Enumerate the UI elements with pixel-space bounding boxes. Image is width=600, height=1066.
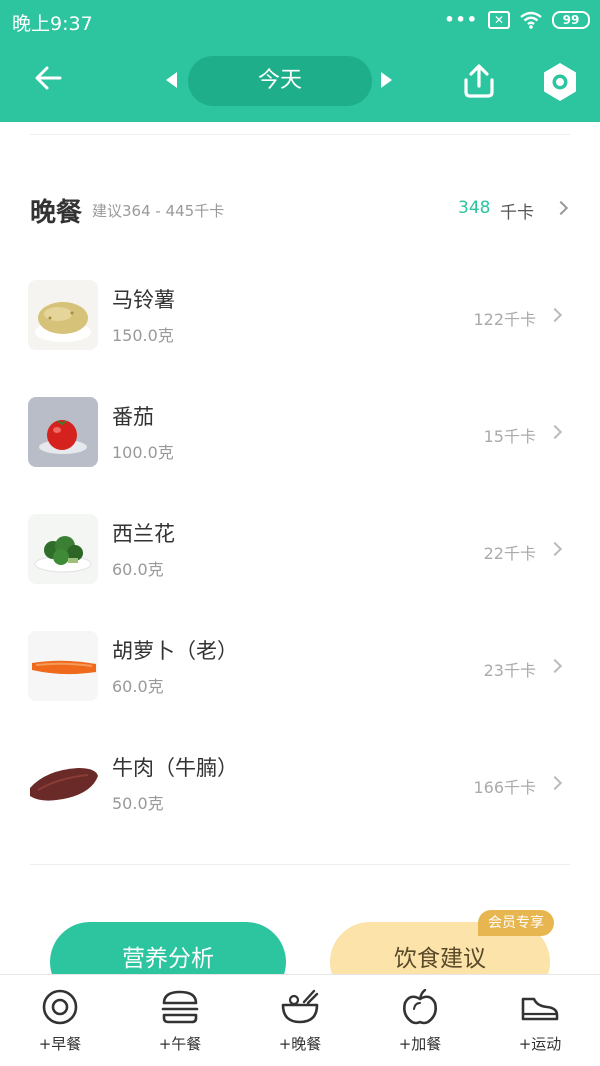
chevron-right-icon: [547, 541, 563, 557]
chevron-right-icon: [547, 424, 563, 440]
chevron-right-icon: [547, 307, 563, 323]
food-name: 西兰花: [112, 522, 175, 546]
divider: [30, 864, 570, 865]
food-weight: 150.0克: [112, 326, 174, 345]
tab-add-breakfast[interactable]: +早餐: [0, 975, 120, 1066]
status-bar: 晚上9:37 ••• ✕ 99: [0, 0, 600, 42]
carrot-icon: [28, 631, 98, 701]
beef-icon: [28, 748, 98, 818]
food-name: 马铃薯: [112, 288, 175, 312]
chevron-right-icon: [547, 658, 563, 674]
tab-label: +加餐: [398, 1035, 442, 1053]
meal-title: 晚餐: [30, 198, 83, 228]
food-item[interactable]: 番茄 100.0克 15千卡: [0, 397, 600, 497]
next-day-arrow-icon[interactable]: [381, 72, 392, 88]
share-upload-icon[interactable]: [458, 60, 500, 102]
food-weight: 60.0克: [112, 560, 164, 579]
food-weight: 50.0克: [112, 794, 164, 813]
top-nav-bar: 今天: [0, 42, 600, 122]
status-icons: ••• ✕ 99: [444, 10, 590, 29]
no-sim-icon: ✕: [488, 10, 510, 29]
tab-add-snack[interactable]: +加餐: [360, 975, 480, 1066]
tab-label: +运动: [518, 1035, 562, 1053]
bowl-icon: [281, 989, 319, 1024]
broccoli-icon: [28, 514, 98, 584]
divider: [30, 134, 570, 135]
food-name: 胡萝卜（老）: [112, 639, 238, 663]
food-item[interactable]: 胡萝卜（老） 60.0克 23千卡: [0, 631, 600, 731]
food-item[interactable]: 牛肉（牛腩） 50.0克 166千卡: [0, 748, 600, 848]
burger-icon: [161, 990, 199, 1024]
previous-day-arrow-icon[interactable]: [166, 72, 177, 88]
tab-add-lunch[interactable]: +午餐: [120, 975, 240, 1066]
meal-kcal-unit: 千卡: [500, 203, 534, 223]
tomato-icon: [28, 397, 98, 467]
settings-hexagon-icon[interactable]: [538, 60, 582, 104]
meal-detail-content: 晚餐 建议364 - 445千卡 348 千卡 马铃薯 150.0克 122千卡: [0, 122, 600, 1002]
meal-suggested-range: 建议364 - 445千卡: [92, 202, 225, 220]
battery-icon: 99: [552, 10, 590, 29]
tab-label: +晚餐: [278, 1035, 322, 1053]
food-kcal: 23千卡: [483, 661, 536, 680]
more-dots-icon: •••: [444, 10, 478, 29]
back-arrow-icon[interactable]: [28, 58, 68, 98]
tab-label: +午餐: [158, 1035, 202, 1053]
shoe-icon: [521, 997, 559, 1021]
tab-label: +早餐: [38, 1035, 82, 1053]
food-kcal: 22千卡: [483, 544, 536, 563]
vip-only-badge: 会员专享: [478, 910, 554, 936]
food-name: 牛肉（牛腩）: [112, 756, 238, 780]
tab-add-exercise[interactable]: +运动: [480, 975, 600, 1066]
apple-icon: [403, 989, 437, 1025]
status-time: 晚上9:37: [12, 13, 93, 35]
date-selector[interactable]: 今天: [188, 56, 372, 106]
bottom-tab-bar: +早餐 +午餐 +晚餐 +加餐 +运动: [0, 974, 600, 1066]
food-weight: 60.0克: [112, 677, 164, 696]
wifi-icon: [520, 11, 542, 29]
chevron-right-icon: [547, 775, 563, 791]
food-item[interactable]: 西兰花 60.0克 22千卡: [0, 514, 600, 614]
food-weight: 100.0克: [112, 443, 174, 462]
potato-icon: [28, 280, 98, 350]
food-item[interactable]: 马铃薯 150.0克 122千卡: [0, 280, 600, 380]
egg-icon: [42, 989, 78, 1025]
food-kcal: 166千卡: [473, 778, 536, 797]
food-kcal: 15千卡: [483, 427, 536, 446]
chevron-right-icon: [553, 200, 569, 216]
tab-add-dinner[interactable]: +晚餐: [240, 975, 360, 1066]
food-kcal: 122千卡: [473, 310, 536, 329]
food-name: 番茄: [112, 405, 154, 429]
meal-total-kcal: 348: [458, 198, 491, 218]
